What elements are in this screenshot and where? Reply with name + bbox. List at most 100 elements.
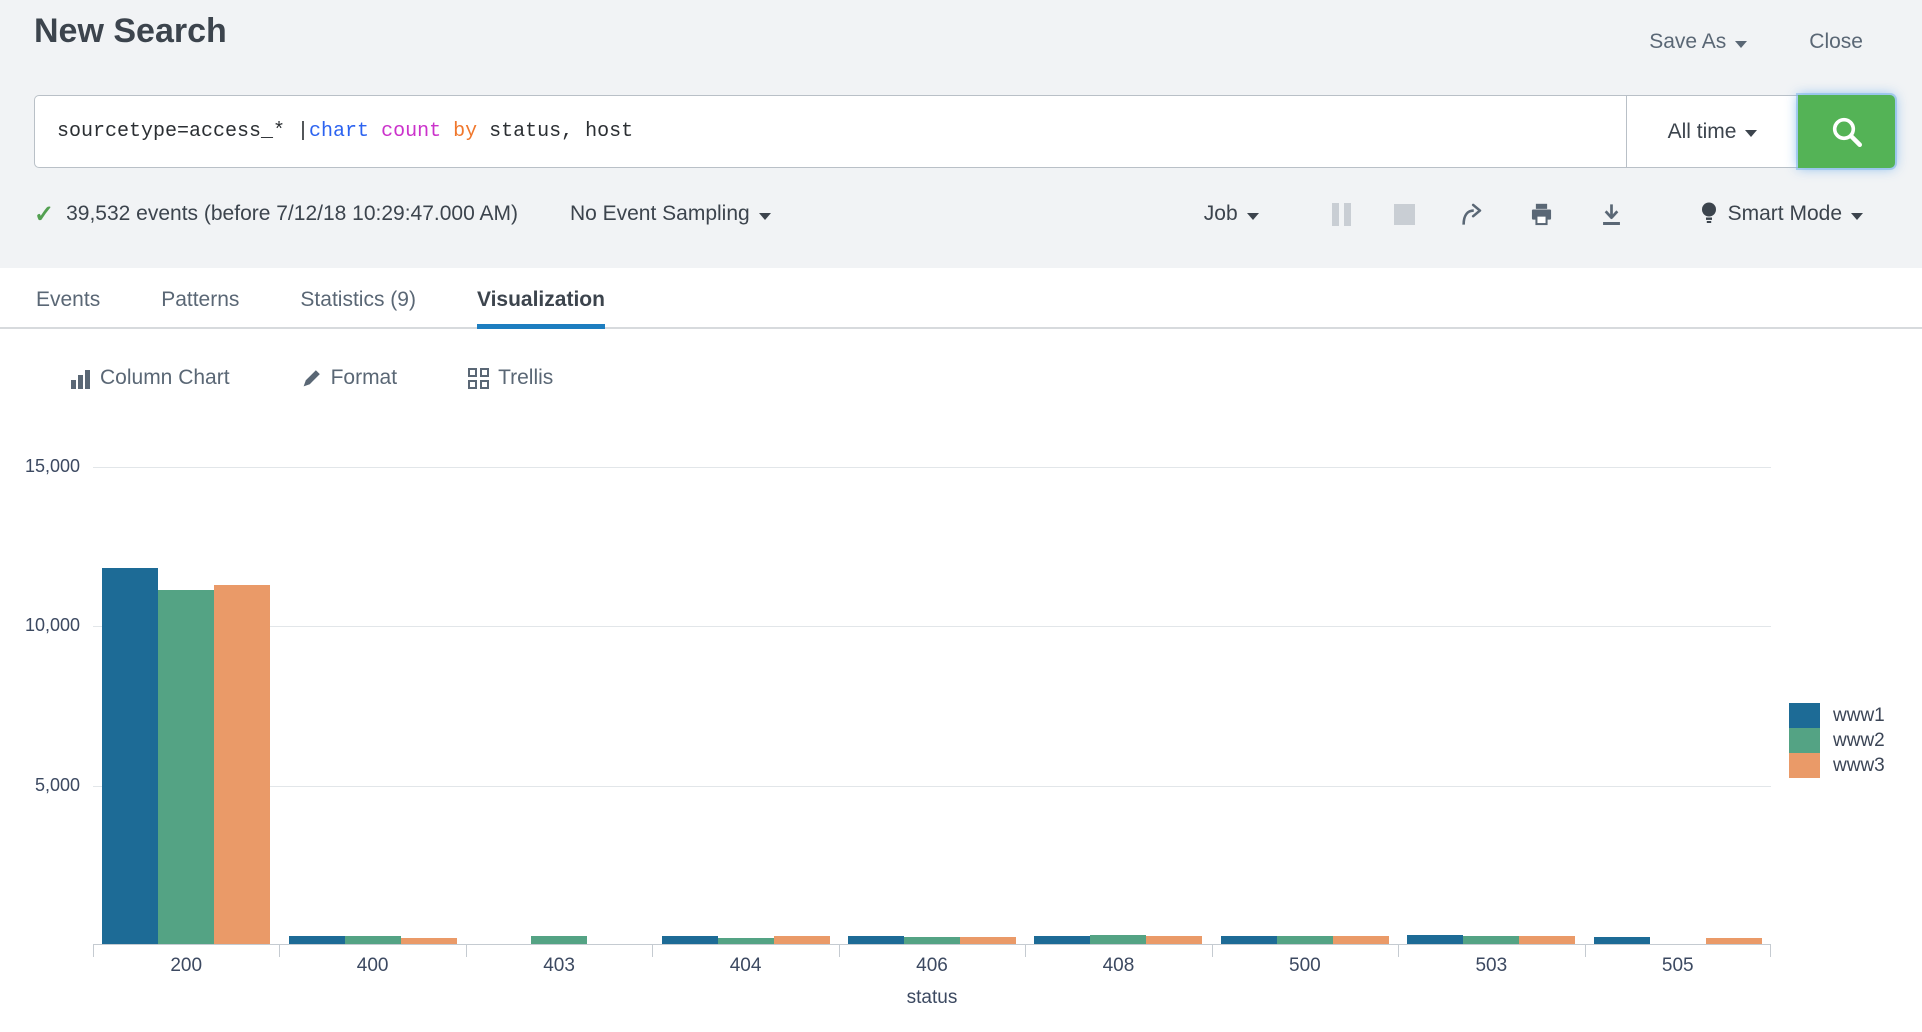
bar-200-www1[interactable] bbox=[102, 568, 158, 944]
bar-406-www3[interactable] bbox=[960, 937, 1016, 944]
x-tick-label: 403 bbox=[466, 955, 652, 977]
top-section: New Search Save As Close sourcetype=acce… bbox=[0, 0, 1922, 268]
bar-200-www3[interactable] bbox=[214, 585, 270, 944]
bar-404-www1[interactable] bbox=[662, 936, 718, 944]
pause-icon bbox=[1332, 203, 1351, 226]
smart-mode-selector[interactable]: Smart Mode bbox=[1698, 200, 1863, 228]
query-segment: by bbox=[453, 120, 477, 143]
bar-500-www1[interactable] bbox=[1221, 936, 1277, 944]
trellis-icon bbox=[468, 368, 489, 389]
x-tick-label: 503 bbox=[1398, 955, 1584, 977]
x-tick-label: 404 bbox=[652, 955, 838, 977]
stop-button[interactable] bbox=[1394, 204, 1415, 225]
search-bar: sourcetype=access_* |chart count by stat… bbox=[34, 95, 1895, 168]
x-tick-label: 400 bbox=[279, 955, 465, 977]
x-tick-label: 200 bbox=[93, 955, 279, 977]
lightbulb-icon bbox=[1698, 200, 1720, 228]
legend-label: www1 bbox=[1833, 705, 1885, 727]
bar-group-408 bbox=[1025, 466, 1211, 944]
legend-item-www3[interactable]: www3 bbox=[1789, 753, 1885, 778]
job-menu[interactable]: Job bbox=[1204, 202, 1259, 226]
download-icon bbox=[1598, 201, 1625, 228]
bar-505-www3[interactable] bbox=[1706, 938, 1762, 944]
bar-406-www2[interactable] bbox=[904, 937, 960, 944]
legend-swatch bbox=[1789, 753, 1820, 778]
bar-404-www3[interactable] bbox=[774, 936, 830, 944]
bar-group-505 bbox=[1585, 466, 1771, 944]
y-tick-label: 15,000 bbox=[0, 456, 80, 477]
page-title: New Search bbox=[34, 12, 227, 51]
print-button[interactable] bbox=[1528, 201, 1555, 228]
job-controls: Job bbox=[1204, 200, 1863, 228]
bar-408-www1[interactable] bbox=[1034, 936, 1090, 944]
bar-group-406 bbox=[839, 466, 1025, 944]
tab-patterns[interactable]: Patterns bbox=[161, 268, 239, 329]
x-tick-label: 500 bbox=[1212, 955, 1398, 977]
legend-swatch bbox=[1789, 728, 1820, 753]
x-tick-label: 505 bbox=[1585, 955, 1771, 977]
sampling-selector[interactable]: No Event Sampling bbox=[570, 202, 771, 226]
time-range-picker[interactable]: All time bbox=[1626, 95, 1798, 168]
caret-down-icon bbox=[1247, 213, 1259, 220]
bar-408-www2[interactable] bbox=[1090, 935, 1146, 944]
format-button[interactable]: Format bbox=[301, 366, 398, 390]
bar-400-www2[interactable] bbox=[345, 936, 401, 944]
bar-500-www3[interactable] bbox=[1333, 936, 1389, 944]
tab-events[interactable]: Events bbox=[36, 268, 100, 329]
bar-406-www1[interactable] bbox=[848, 936, 904, 944]
bar-group-200 bbox=[93, 466, 279, 944]
bar-503-www2[interactable] bbox=[1463, 936, 1519, 944]
bar-200-www2[interactable] bbox=[158, 590, 214, 944]
bar-group-500 bbox=[1212, 466, 1398, 944]
legend-item-www2[interactable]: www2 bbox=[1789, 728, 1885, 753]
print-icon bbox=[1528, 201, 1555, 228]
export-button[interactable] bbox=[1598, 201, 1625, 228]
plot-area bbox=[93, 467, 1771, 945]
search-query: sourcetype=access_* |chart count by stat… bbox=[57, 120, 633, 143]
search-button[interactable] bbox=[1798, 95, 1895, 168]
bar-group-400 bbox=[279, 466, 465, 944]
bar-500-www2[interactable] bbox=[1277, 936, 1333, 944]
query-segment: chart bbox=[309, 120, 369, 143]
caret-down-icon bbox=[759, 213, 771, 220]
tab-visualization[interactable]: Visualization bbox=[477, 268, 605, 329]
bar-408-www3[interactable] bbox=[1146, 936, 1202, 944]
status-bar: ✓ 39,532 events (before 7/12/18 10:29:47… bbox=[34, 193, 1863, 235]
pause-button[interactable] bbox=[1332, 203, 1351, 226]
share-button[interactable] bbox=[1458, 201, 1485, 228]
bar-400-www1[interactable] bbox=[289, 936, 345, 944]
trellis-button[interactable]: Trellis bbox=[468, 366, 553, 390]
bar-404-www2[interactable] bbox=[718, 938, 774, 944]
legend-item-www1[interactable]: www1 bbox=[1789, 703, 1885, 728]
search-icon bbox=[1829, 114, 1865, 150]
query-segment bbox=[441, 120, 453, 143]
save-as-button[interactable]: Save As bbox=[1649, 30, 1747, 54]
bar-403-www2[interactable] bbox=[531, 936, 587, 944]
legend-label: www2 bbox=[1833, 730, 1885, 752]
column-chart-icon bbox=[70, 368, 91, 389]
bar-503-www3[interactable] bbox=[1519, 936, 1575, 944]
share-icon bbox=[1458, 201, 1485, 228]
caret-down-icon bbox=[1745, 130, 1757, 137]
bar-505-www1[interactable] bbox=[1594, 937, 1650, 944]
query-segment bbox=[369, 120, 381, 143]
caret-down-icon bbox=[1851, 213, 1863, 220]
bar-503-www1[interactable] bbox=[1407, 935, 1463, 944]
x-axis-title: status bbox=[93, 987, 1771, 1009]
bar-group-403 bbox=[466, 466, 652, 944]
close-button[interactable]: Close bbox=[1809, 30, 1863, 54]
splunk-search-page: New Search Save As Close sourcetype=acce… bbox=[0, 0, 1922, 1032]
stop-icon bbox=[1394, 204, 1415, 225]
bar-400-www3[interactable] bbox=[401, 938, 457, 944]
x-axis-line bbox=[93, 944, 1771, 945]
chart-type-button[interactable]: Column Chart bbox=[70, 366, 230, 390]
events-summary: 39,532 events (before 7/12/18 10:29:47.0… bbox=[66, 202, 518, 226]
x-tick-label: 406 bbox=[839, 955, 1025, 977]
caret-down-icon bbox=[1735, 41, 1747, 48]
pencil-icon bbox=[301, 368, 322, 389]
result-tabs: Events Patterns Statistics (9) Visualiza… bbox=[0, 268, 1922, 329]
tab-statistics[interactable]: Statistics (9) bbox=[300, 268, 416, 329]
search-input[interactable]: sourcetype=access_* |chart count by stat… bbox=[34, 95, 1626, 168]
y-tick-label: 5,000 bbox=[0, 775, 80, 796]
y-tick-label: 10,000 bbox=[0, 615, 80, 636]
